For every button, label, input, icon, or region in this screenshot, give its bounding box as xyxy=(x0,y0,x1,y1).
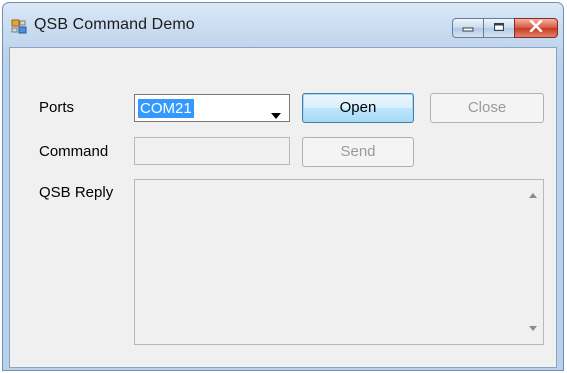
app-window: QSB Command Demo Ports COM21 Open Close … xyxy=(2,2,564,371)
ports-selected-value: COM21 xyxy=(138,99,194,118)
scroll-up-icon[interactable] xyxy=(529,193,537,198)
reply-textarea[interactable] xyxy=(134,179,544,345)
minimize-icon xyxy=(462,19,474,37)
close-icon xyxy=(529,19,543,37)
caption-buttons xyxy=(452,18,558,40)
dropdown-arrow-icon[interactable] xyxy=(271,106,281,124)
command-label: Command xyxy=(39,143,109,160)
minimize-button[interactable] xyxy=(452,18,484,38)
maximize-button[interactable] xyxy=(483,18,515,38)
window-title: QSB Command Demo xyxy=(34,16,195,33)
ports-combobox[interactable]: COM21 xyxy=(134,94,290,122)
maximize-icon xyxy=(493,19,505,37)
reply-label: QSB Reply xyxy=(39,184,114,201)
ports-label: Ports xyxy=(39,99,75,116)
open-button[interactable]: Open xyxy=(302,93,414,123)
command-input[interactable] xyxy=(134,137,290,165)
client-area: Ports COM21 Open Close Command Send QSB … xyxy=(9,47,557,368)
reply-scrollbar[interactable] xyxy=(525,181,542,343)
app-icon xyxy=(11,19,27,35)
title-bar[interactable]: QSB Command Demo xyxy=(3,3,563,38)
close-port-button[interactable]: Close xyxy=(430,93,544,123)
send-button[interactable]: Send xyxy=(302,137,414,167)
scroll-down-icon[interactable] xyxy=(529,326,537,331)
close-window-button[interactable] xyxy=(514,18,558,38)
